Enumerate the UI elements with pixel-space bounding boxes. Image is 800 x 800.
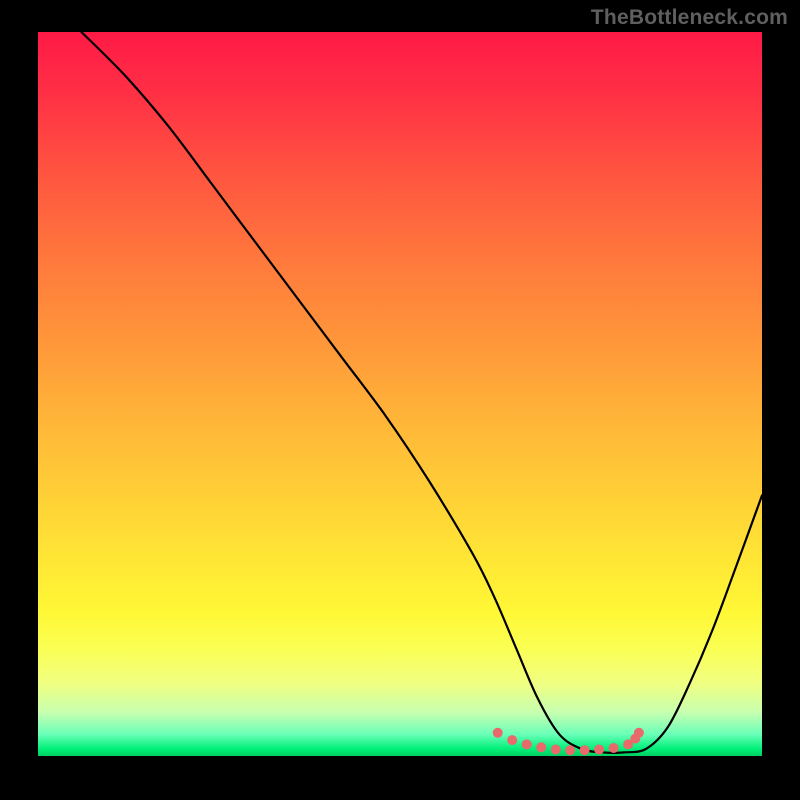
optimum-marker	[580, 745, 590, 755]
curve-path	[81, 32, 762, 753]
watermark: TheBottleneck.com	[591, 6, 788, 30]
chart-svg	[38, 32, 762, 756]
optimum-marker	[522, 739, 532, 749]
optimum-marker	[594, 745, 604, 755]
optimum-marker	[493, 728, 503, 738]
plot-area	[38, 32, 762, 756]
optimum-marker	[609, 743, 619, 753]
optimum-marker	[507, 735, 517, 745]
optimum-marker	[551, 745, 561, 755]
optimum-marker	[565, 745, 575, 755]
optimum-marker	[536, 742, 546, 752]
chart-frame: TheBottleneck.com	[0, 0, 800, 800]
optimum-marker	[634, 728, 644, 738]
